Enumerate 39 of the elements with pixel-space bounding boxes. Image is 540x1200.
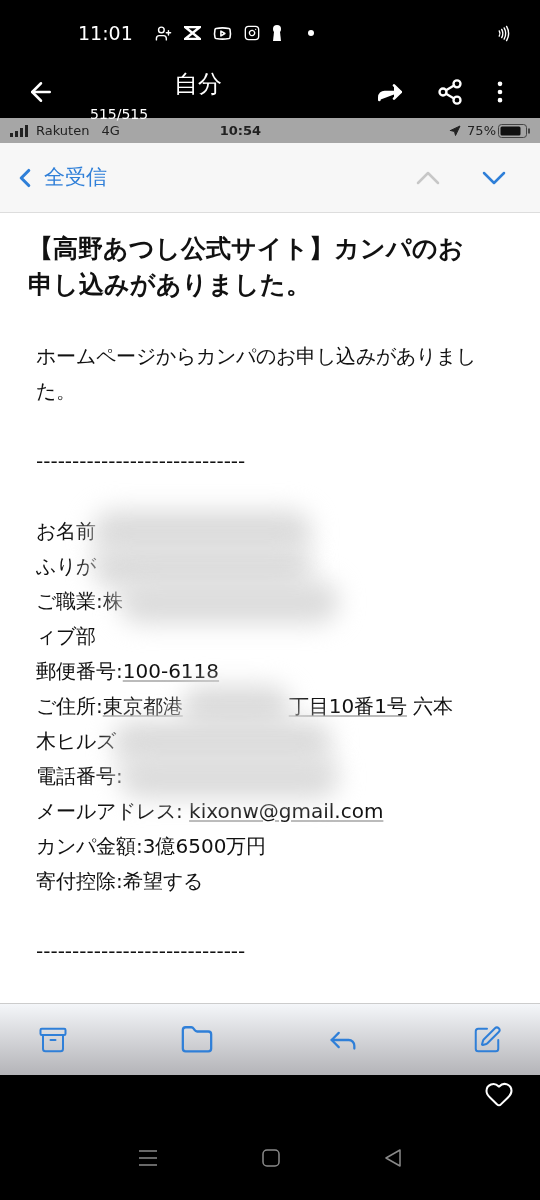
email-text: 六本 [412, 693, 454, 720]
email-link[interactable]: 100-6118 [122, 654, 220, 689]
email-text: 寄付控除:希望する [36, 868, 203, 895]
email-text: 電話番号: [36, 763, 123, 790]
location-icon [449, 124, 462, 137]
back-nav-icon[interactable] [384, 1149, 402, 1167]
share-icon[interactable] [436, 78, 464, 106]
email-text: ふりが [36, 553, 96, 580]
email-text: ご職業:株 [36, 588, 123, 615]
battery-percent: 75% [467, 121, 496, 140]
viewer-title: 自分 [174, 69, 222, 100]
compose-icon[interactable] [472, 1024, 502, 1055]
email-text: メールアドレス: [36, 798, 184, 825]
battery-icon [498, 123, 530, 138]
home-icon[interactable] [262, 1149, 280, 1167]
image-counter: 515/515 [90, 107, 149, 121]
carrier-name: Rakuten [36, 121, 90, 140]
keyhole-icon [271, 25, 282, 41]
email-text: 木ヒルズ [36, 728, 116, 755]
email-subject: 【高野あつし公式サイト】カンパのお申し込みがありました。 [28, 233, 465, 301]
email-link[interactable]: 東京都港 [102, 689, 183, 724]
email-link[interactable]: 丁目10番1号 [288, 689, 407, 724]
network-type: 4G [101, 121, 120, 140]
dot-icon [307, 30, 314, 36]
contact-icon [154, 24, 172, 42]
status-time: 11:01 [78, 20, 133, 46]
separator-text: ----------------------------- [36, 938, 247, 965]
email-intro: ホームページからカンパのお申し込みがありました。 [36, 343, 477, 405]
back-to-inbox-button[interactable]: 全受信 [10, 161, 107, 194]
email-text: 郵便番号: [36, 658, 123, 685]
separator-text: ----------------------------- [36, 448, 247, 475]
email-text: お名前 [36, 518, 96, 545]
email-link[interactable]: kixonw@gmail.com [189, 794, 384, 829]
camera-icon [243, 25, 260, 41]
email-text: カンパ金額:3億6500万円 [36, 833, 267, 860]
ios-time: 10:54 [219, 121, 262, 140]
menu-icon[interactable] [138, 1149, 158, 1167]
email-text: ご住所: [36, 693, 103, 720]
email-text: ィブ部 [36, 623, 96, 650]
